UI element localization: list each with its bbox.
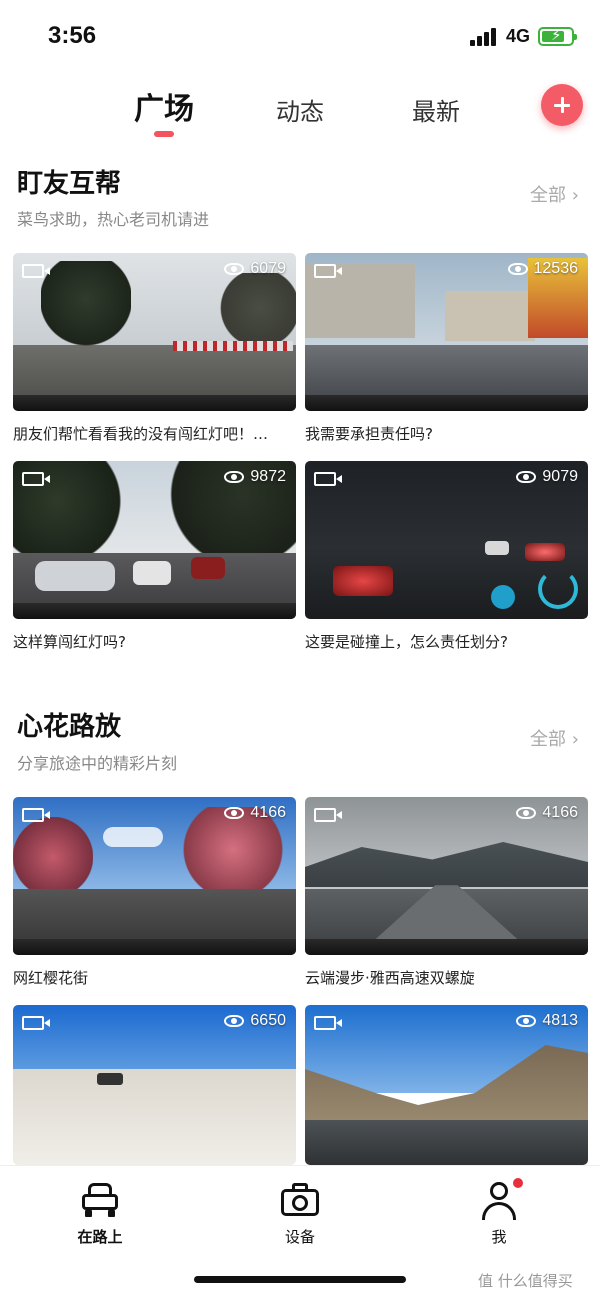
video-card[interactable]: 4166 网红樱花街 — [13, 797, 296, 988]
tab-square[interactable]: 广场 — [134, 84, 194, 128]
watermark: 值 什么值得买 — [478, 1272, 573, 1290]
video-thumbnail[interactable]: 9079 — [305, 461, 588, 619]
eye-icon — [224, 263, 245, 275]
view-count-badge: 9079 — [516, 468, 578, 486]
video-caption[interactable]: 这样算闯红灯吗? — [13, 631, 296, 652]
video-thumbnail[interactable]: 12536 — [305, 253, 588, 411]
nav-label: 在路上 — [77, 1228, 123, 1246]
tab-dynamic[interactable]: 动态 — [276, 92, 324, 127]
battery-icon: ⚡ — [538, 26, 577, 46]
eye-icon — [516, 1015, 537, 1027]
view-count-badge: 4166 — [224, 804, 286, 822]
tab-latest[interactable]: 最新 — [412, 92, 460, 127]
video-camera-icon — [22, 808, 50, 822]
camera-icon — [278, 1180, 322, 1220]
section-title: 盯友互帮 — [17, 169, 122, 199]
notification-dot — [513, 1178, 523, 1188]
nav-on-road[interactable]: 在路上 — [50, 1180, 150, 1247]
home-indicator[interactable] — [194, 1276, 406, 1283]
section-subtitle: 菜鸟求助，热心老司机请进 — [17, 210, 210, 229]
video-camera-icon — [22, 1016, 50, 1030]
view-count-badge: 4813 — [516, 1012, 578, 1030]
video-camera-icon — [314, 472, 342, 486]
user-icon — [477, 1178, 523, 1220]
view-all-link[interactable]: 全部 › — [530, 725, 579, 751]
eye-icon — [224, 1015, 245, 1027]
view-count-badge: 6079 — [224, 260, 286, 278]
video-card[interactable]: 4813 — [305, 1005, 588, 1165]
section-title: 心花路放 — [17, 712, 122, 742]
view-all-link[interactable]: 全部 › — [530, 181, 579, 207]
video-card[interactable]: 6079 朋友们帮忙看看我的没有闯红灯吧！… — [13, 253, 296, 444]
car-icon — [78, 1180, 122, 1220]
eye-icon — [224, 471, 245, 483]
video-caption[interactable]: 我需要承担责任吗? — [305, 423, 588, 444]
network-type: 4G — [506, 26, 531, 46]
tab-indicator — [154, 131, 174, 137]
video-caption[interactable]: 网红樱花街 — [13, 967, 296, 988]
view-count-badge: 12536 — [507, 260, 578, 278]
video-caption[interactable]: 朋友们帮忙看看我的没有闯红灯吧！… — [13, 423, 296, 444]
status-time: 3:56 — [48, 22, 97, 49]
add-button[interactable] — [541, 84, 583, 126]
video-camera-icon — [22, 472, 50, 486]
video-camera-icon — [314, 808, 342, 822]
view-count-badge: 6650 — [224, 1012, 286, 1030]
nav-device[interactable]: 设备 — [250, 1180, 350, 1247]
video-thumbnail[interactable]: 4166 — [305, 797, 588, 955]
nav-me[interactable]: 我 — [449, 1178, 549, 1247]
nav-label: 设备 — [284, 1228, 315, 1246]
video-card[interactable]: 9872 这样算闯红灯吗? — [13, 461, 296, 652]
view-count-badge: 9872 — [224, 468, 286, 486]
video-thumbnail[interactable]: 9872 — [13, 461, 296, 619]
video-camera-icon — [22, 264, 50, 278]
nav-label: 我 — [491, 1228, 507, 1246]
video-camera-icon — [314, 264, 342, 278]
section-subtitle: 分享旅途中的精彩片刻 — [17, 754, 178, 773]
video-caption[interactable]: 云端漫步·雅西高速双螺旋 — [305, 967, 588, 988]
video-thumbnail[interactable]: 6079 — [13, 253, 296, 411]
top-tabs: 广场 动态 最新 — [0, 80, 600, 140]
video-thumbnail[interactable]: 4813 — [305, 1005, 588, 1165]
video-thumbnail[interactable]: 6650 — [13, 1005, 296, 1165]
video-card[interactable]: 6650 — [13, 1005, 296, 1165]
eye-icon — [507, 263, 528, 275]
status-bar: 3:56 4G ⚡ — [0, 0, 600, 70]
eye-icon — [224, 807, 245, 819]
video-thumbnail[interactable]: 4166 — [13, 797, 296, 955]
signal-icon — [470, 28, 498, 46]
video-card[interactable]: 4166 云端漫步·雅西高速双螺旋 — [305, 797, 588, 988]
video-camera-icon — [314, 1016, 342, 1030]
video-caption[interactable]: 这要是碰撞上，怎么责任划分? — [305, 631, 588, 652]
eye-icon — [516, 807, 537, 819]
eye-icon — [516, 471, 537, 483]
video-card[interactable]: 12536 我需要承担责任吗? — [305, 253, 588, 444]
view-count-badge: 4166 — [516, 804, 578, 822]
video-card[interactable]: 9079 这要是碰撞上，怎么责任划分? — [305, 461, 588, 652]
